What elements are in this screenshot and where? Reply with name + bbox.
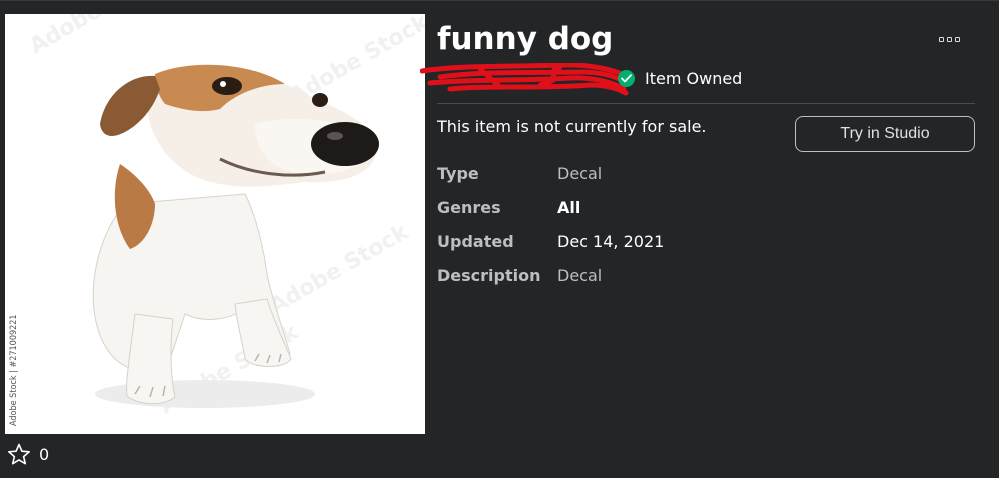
watermark-side-text: Adobe Stock | #271009221 [9,314,19,426]
watermark-text: Adobe Stock [266,219,414,319]
item-thumbnail: Adobe Stock Adobe Stock Adobe Stock Adob… [5,14,425,434]
detail-value: Decal [557,266,603,285]
favorite-count: 0 [39,445,50,464]
detail-value: Decal [557,164,603,183]
detail-value: Dec 14, 2021 [557,232,665,251]
detail-label: Genres [437,198,501,217]
checkmark-circle-icon [618,70,635,87]
try-in-studio-button[interactable]: Try in Studio [795,116,975,152]
item-details-page: Adobe Stock Adobe Stock Adobe Stock Adob… [0,0,999,478]
detail-label: Description [437,266,541,285]
sale-status-text: This item is not currently for sale. [437,117,707,136]
favorite-button[interactable]: 0 [7,443,49,466]
svg-text:Adobe Stock: Adobe Stock [26,14,174,59]
star-outline-icon [8,443,30,465]
more-options-icon [938,36,944,42]
detail-row-description: Description Decal [437,265,837,299]
red-scribble-redaction [420,63,629,96]
dog-image: Adobe Stock Adobe Stock Adobe Stock Adob… [26,14,426,419]
item-details-list: Type Decal Genres All Updated Dec 14, 20… [437,163,837,299]
detail-row-genres: Genres All [437,197,837,231]
detail-label: Updated [437,232,514,251]
detail-value-genre-link[interactable]: All [557,197,580,219]
creator-row: Item Owned [420,63,780,97]
item-owned-label: Item Owned [645,69,743,88]
divider [437,103,975,104]
item-title: funny dog [437,21,614,57]
more-options-button[interactable] [931,29,967,49]
detail-row-updated: Updated Dec 14, 2021 [437,231,837,265]
detail-label: Type [437,164,479,183]
ownership-status: Item Owned [618,69,742,88]
detail-row-type: Type Decal [437,163,837,197]
